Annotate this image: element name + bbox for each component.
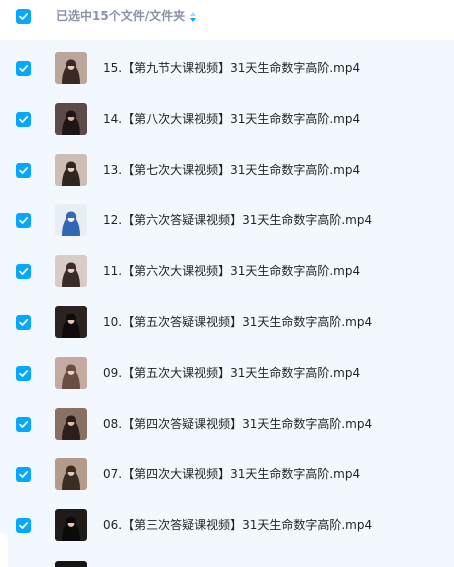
file-checkbox[interactable] — [16, 365, 31, 381]
file-row[interactable]: 08.【第四次答疑课视频】31天生命数字高阶.mp4 — [0, 399, 454, 449]
file-row[interactable]: 07.【第四次大课视频】31天生命数字高阶.mp4 — [0, 449, 454, 499]
file-list-page: 已选中15个文件/文件夹 15.【第九节大课视频】31天生命数字高阶.mp4 14… — [0, 0, 454, 567]
checkmark-icon — [19, 420, 29, 428]
file-name[interactable]: 10.【第五次答疑课视频】31天生命数字高阶.mp4 — [103, 314, 372, 330]
selection-header: 已选中15个文件/文件夹 — [0, 0, 454, 34]
checkmark-icon — [19, 217, 29, 225]
checkmark-icon — [19, 369, 29, 377]
file-list: 15.【第九节大课视频】31天生命数字高阶.mp4 14.【第八次大课视频】31天… — [0, 40, 454, 567]
file-checkbox[interactable] — [16, 467, 31, 483]
file-checkbox[interactable] — [16, 61, 31, 76]
file-thumbnail-partial — [55, 561, 87, 567]
selected-count-label: 已选中15个文件/文件夹 — [56, 9, 186, 23]
file-row[interactable]: 10.【第五次答疑课视频】31天生命数字高阶.mp4 — [0, 297, 454, 347]
file-name[interactable]: 12.【第六次答疑课视频】31天生命数字高阶.mp4 — [103, 212, 372, 228]
select-all-checkbox[interactable] — [16, 9, 31, 24]
file-row[interactable]: 13.【第七次大课视频】31天生命数字高阶.mp4 — [0, 145, 454, 195]
video-thumbnail — [55, 306, 87, 338]
video-thumbnail — [55, 509, 87, 542]
file-checkbox[interactable] — [16, 416, 31, 432]
video-thumbnail — [55, 153, 87, 186]
file-name[interactable]: 06.【第三次答疑课视频】31天生命数字高阶.mp4 — [103, 517, 372, 533]
file-row[interactable]: 06.【第三次答疑课视频】31天生命数字高阶.mp4 — [0, 500, 454, 550]
checkmark-icon — [19, 65, 29, 72]
checkmark-icon — [19, 166, 29, 174]
file-row[interactable]: 11.【第六次大课视频】31天生命数字高阶.mp4 — [0, 246, 454, 296]
checkmark-icon — [19, 319, 29, 326]
checkmark-icon — [19, 13, 29, 20]
checkmark-icon — [19, 115, 29, 123]
checkmark-icon — [19, 471, 29, 479]
file-checkbox[interactable] — [16, 111, 31, 127]
checkmark-icon — [19, 268, 29, 276]
file-name[interactable]: 11.【第六次大课视频】31天生命数字高阶.mp4 — [103, 263, 360, 279]
file-row[interactable]: 09.【第五次大课视频】31天生命数字高阶.mp4 — [0, 348, 454, 398]
file-row[interactable]: 12.【第六次答疑课视频】31天生命数字高阶.mp4 — [0, 195, 454, 245]
video-thumbnail — [55, 52, 87, 84]
file-row[interactable]: 15.【第九节大课视频】31天生命数字高阶.mp4 — [0, 43, 454, 93]
file-checkbox[interactable] — [16, 162, 31, 178]
file-checkbox[interactable] — [16, 315, 31, 330]
file-name[interactable]: 15.【第九节大课视频】31天生命数字高阶.mp4 — [103, 60, 360, 76]
file-name[interactable]: 14.【第八次大课视频】31天生命数字高阶.mp4 — [103, 111, 360, 127]
video-thumbnail — [55, 102, 87, 135]
file-checkbox[interactable] — [16, 213, 31, 229]
video-thumbnail — [55, 458, 87, 491]
sort-icon[interactable] — [189, 10, 197, 24]
file-name[interactable]: 13.【第七次大课视频】31天生命数字高阶.mp4 — [103, 162, 360, 178]
video-thumbnail — [55, 255, 87, 288]
file-row[interactable]: 14.【第八次大课视频】31天生命数字高阶.mp4 — [0, 94, 454, 144]
file-name[interactable]: 08.【第四次答疑课视频】31天生命数字高阶.mp4 — [103, 416, 372, 432]
file-checkbox[interactable] — [16, 264, 31, 280]
checkmark-icon — [19, 522, 29, 530]
video-thumbnail — [55, 356, 87, 389]
side-panel-edge — [0, 533, 8, 567]
file-checkbox[interactable] — [16, 518, 31, 534]
video-thumbnail — [55, 407, 87, 440]
file-name[interactable]: 07.【第四次大课视频】31天生命数字高阶.mp4 — [103, 466, 360, 482]
video-thumbnail — [55, 204, 87, 237]
file-name[interactable]: 09.【第五次大课视频】31天生命数字高阶.mp4 — [103, 365, 360, 381]
